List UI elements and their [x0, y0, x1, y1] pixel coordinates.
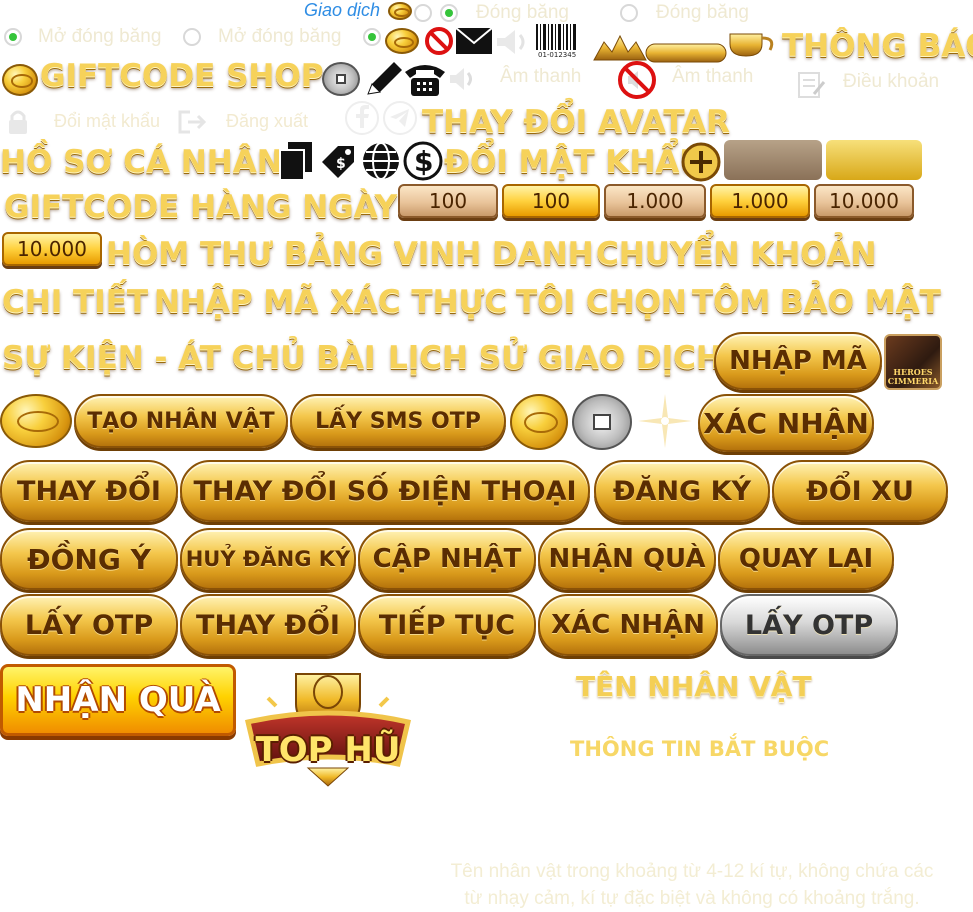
terms-label[interactable]: Điều khoản: [843, 71, 939, 93]
logout-link[interactable]: Đăng xuất: [226, 111, 308, 132]
transfer-title: CHUYỂN KHOẢN: [596, 236, 877, 272]
gold-coin-icon: [388, 2, 412, 20]
ban-icon: [425, 27, 453, 55]
gold-ingot-icon: [0, 394, 72, 448]
create-character-button[interactable]: TẠO NHÂN VẬT: [74, 394, 288, 448]
change-password-title: ĐỔI MẬT KHẨU: [444, 144, 705, 180]
telegram-icon[interactable]: [382, 100, 418, 136]
sound-label: Âm thanh: [500, 66, 582, 87]
change-button-2[interactable]: THAY ĐỔI: [180, 594, 356, 656]
profile-title: HỒ SƠ CÁ NHÂN: [0, 144, 283, 180]
lock-icon: [9, 110, 27, 134]
gold-coin-icon: [2, 64, 38, 96]
register-button[interactable]: ĐĂNG KÝ: [594, 460, 770, 522]
unregister-button[interactable]: HUỶ ĐĂNG KÝ: [180, 528, 356, 590]
notice-title: THÔNG BÁO: [782, 28, 973, 64]
copy-icon[interactable]: [276, 140, 316, 182]
logout-icon[interactable]: [176, 108, 208, 136]
enter-code-title: NHẬP MÃ: [154, 284, 319, 320]
trade-link[interactable]: Giao dịch: [304, 0, 380, 21]
security-title: BẢO MẬT: [780, 284, 941, 320]
shrimp-title: TÔM: [692, 284, 771, 320]
gold-bar: [826, 140, 922, 180]
dollar-icon: $: [403, 141, 443, 181]
get-otp-button-disabled[interactable]: LẤY OTP: [720, 594, 898, 656]
speaker-faint-icon: [497, 30, 525, 54]
unfreeze-label-2: Mở đóng băng: [218, 26, 342, 47]
verify-title: XÁC THỰC: [330, 284, 508, 320]
change-password-link[interactable]: Đổi mật khẩu: [54, 111, 160, 132]
top-jackpot-badge-icon: [244, 673, 412, 787]
continue-button[interactable]: TIẾP TỤC: [358, 594, 536, 656]
get-sms-otp-button[interactable]: LẤY SMS OTP: [290, 394, 506, 448]
radio-selected-2[interactable]: [363, 28, 381, 46]
mail-icon: [455, 27, 493, 54]
event-title: SỰ KIỆN - ÁT CHỦ BÀI: [2, 340, 376, 376]
character-name-hint-line1: Tên nhân vật trong khoảng từ 4-12 kí tự,…: [450, 861, 934, 882]
svg-text:$: $: [336, 156, 346, 172]
facebook-icon[interactable]: [344, 100, 380, 136]
pen-icon: [367, 62, 402, 95]
silver-coin-icon: [572, 394, 632, 450]
unfreeze-radio[interactable]: [183, 28, 201, 46]
barcode-number: 01-012345: [538, 51, 577, 59]
mute-icon[interactable]: [616, 60, 658, 100]
game-logo-text: HEROES CIMMERIA: [887, 367, 939, 386]
confirm-button-2[interactable]: XÁC NHẬN: [538, 594, 718, 656]
character-name-label: TÊN NHÂN VẬT: [576, 670, 812, 703]
giftcode-chip-selected[interactable]: 1.000: [710, 184, 810, 218]
character-name-hint-line2: từ nhạy cảm, kí tự đặc biệt và không có …: [464, 888, 920, 909]
gold-coin-icon: [385, 28, 419, 54]
plus-icon[interactable]: [680, 141, 722, 183]
giftcode-chip-selected[interactable]: 100: [502, 184, 600, 218]
giftcode-shop-title: GIFTCODE SHOP: [40, 58, 324, 94]
speaker-icon[interactable]: [448, 66, 478, 92]
enter-code-button[interactable]: NHẬP MÃ: [714, 332, 882, 390]
terms-icon[interactable]: [796, 70, 826, 100]
update-button[interactable]: CẬP NHẬT: [358, 528, 536, 590]
crown-banner-icon: [593, 33, 774, 63]
mailbox-title: HÒM THƯ: [106, 236, 273, 272]
agree-button[interactable]: ĐỒNG Ý: [0, 528, 178, 590]
sound-label-2: Âm thanh: [672, 66, 754, 87]
get-otp-button[interactable]: LẤY OTP: [0, 594, 178, 656]
giftcode-chip[interactable]: 1.000: [604, 184, 706, 218]
change-phone-button[interactable]: THAY ĐỔI SỐ ĐIỆN THOẠI: [180, 460, 590, 522]
telephone-icon: [405, 65, 445, 96]
unfreeze-radio-selected[interactable]: [4, 28, 22, 46]
brown-bar: [724, 140, 822, 180]
required-info-label: THÔNG TIN BẮT BUỘC: [570, 737, 830, 761]
freeze-label-2: Đóng băng: [656, 2, 749, 23]
change-avatar-title: THAY ĐỔI AVATAR: [422, 104, 730, 140]
receive-gift-button[interactable]: NHẬN QUÀ: [538, 528, 716, 590]
change-button[interactable]: THAY ĐỔI: [0, 460, 178, 522]
freeze-label: Đóng băng: [476, 2, 569, 23]
svg-text:$: $: [414, 145, 433, 178]
giftcode-chip[interactable]: 100: [398, 184, 498, 218]
giftcode-chip[interactable]: 10.000: [814, 184, 914, 218]
confirm-button[interactable]: XÁC NHẬN: [698, 394, 874, 452]
sparkle-icon: [638, 394, 692, 448]
radio-unselected[interactable]: [414, 4, 432, 22]
giftcode-chip-selected[interactable]: 10.000: [2, 232, 102, 266]
top-jackpot-label: TOP HŨ: [255, 730, 401, 770]
daily-giftcode-title: GIFTCODE HÀNG NGÀY: [4, 189, 398, 225]
detail-title: CHI TIẾT: [2, 284, 149, 320]
i-choose-title: TÔI CHỌN: [516, 284, 687, 320]
unfreeze-label: Mở đóng băng: [38, 26, 162, 47]
freeze-radio[interactable]: [620, 4, 638, 22]
receive-gift-big-label: NHẬN QUÀ: [15, 680, 221, 720]
globe-icon: [363, 142, 399, 180]
receive-gift-big-button[interactable]: NHẬN QUÀ: [0, 664, 236, 736]
heroes-cimmeria-game-icon[interactable]: HEROES CIMMERIA: [884, 334, 942, 390]
silver-coin-icon: [322, 62, 360, 96]
history-title: LỊCH SỬ GIAO DỊCH: [388, 340, 722, 376]
leaderboard-title: BẢNG VINH DANH: [284, 236, 594, 272]
price-tag-icon: $: [322, 146, 354, 178]
exchange-coin-button[interactable]: ĐỔI XU: [772, 460, 948, 522]
radio-selected[interactable]: [440, 4, 458, 22]
back-button[interactable]: QUAY LẠI: [718, 528, 894, 590]
gold-coin-icon: [510, 394, 568, 450]
